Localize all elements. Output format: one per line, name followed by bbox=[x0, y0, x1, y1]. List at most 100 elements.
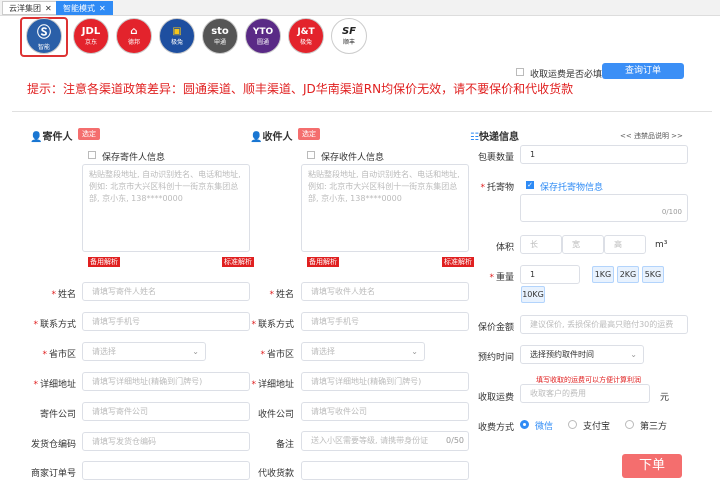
receiver-title: 👤收件人 bbox=[250, 128, 292, 143]
radio-alipay[interactable] bbox=[568, 420, 577, 429]
volume-unit: m³ bbox=[655, 240, 668, 250]
sender-region-label: * 省市区 bbox=[42, 350, 76, 360]
compulsory-fee-checkbox[interactable] bbox=[516, 68, 524, 76]
label-text: 详细地址 bbox=[257, 380, 294, 390]
receiver-address-paste[interactable]: 粘贴整段地址, 自动识别姓名、电话和地址, 例如: 北京市大兴区科创十一街京东集… bbox=[301, 164, 469, 252]
package-count-label: 包裹数量 bbox=[477, 153, 514, 163]
receiver-backup-parse-button[interactable]: 备用解析 bbox=[307, 257, 339, 267]
length-input[interactable]: 长 bbox=[520, 235, 562, 254]
receiver-company-input[interactable]: 请填写收件公司 bbox=[301, 402, 469, 421]
label-text: 联系方式 bbox=[257, 320, 294, 330]
receiver-select-tag[interactable]: 选定 bbox=[298, 128, 320, 140]
radio-third-party[interactable] bbox=[625, 420, 634, 429]
carrier-debang[interactable]: ⌂ 德邦 bbox=[116, 18, 152, 54]
carrier-sto[interactable]: sto 申通 bbox=[202, 18, 238, 54]
sender-address-paste[interactable]: 粘贴整段地址, 自动识别姓名、电话和地址, 例如: 北京市大兴区科创十一街京东集… bbox=[82, 164, 250, 252]
prohibited-items-link[interactable]: << 违禁品说明 >> bbox=[620, 131, 683, 141]
user-icon: 👤 bbox=[30, 132, 43, 143]
weight-10kg-button[interactable]: 10KG bbox=[521, 286, 545, 303]
remark-input[interactable]: 送入小区需要等级, 请携带身份证 0/50 bbox=[301, 431, 469, 451]
warehouse-code-label: 发货仓编码 bbox=[30, 440, 76, 450]
select-placeholder: 选择预约取件时间 bbox=[530, 350, 594, 359]
carrier-mark: SF bbox=[341, 26, 357, 37]
user-icon: 👤 bbox=[250, 132, 263, 143]
carrier-label: 智能 bbox=[37, 43, 50, 51]
box-icon: ▣ bbox=[172, 26, 182, 37]
weight-1kg-button[interactable]: 1KG bbox=[592, 266, 614, 283]
carrier-sf[interactable]: SF 顺丰 bbox=[331, 18, 367, 54]
warehouse-code-input[interactable]: 请填写发货仓编码 bbox=[82, 432, 250, 451]
sender-address-input[interactable]: 请填写详细地址(精确到门牌号) bbox=[82, 372, 250, 391]
weight-5kg-button[interactable]: 5KG bbox=[642, 266, 664, 283]
close-icon[interactable]: ✕ bbox=[99, 4, 106, 13]
tab-smart-mode[interactable]: 智能模式 ✕ bbox=[56, 1, 113, 15]
tab-yunyang[interactable]: 云洋集团 ✕ bbox=[2, 1, 59, 15]
sender-company-input[interactable]: 请填写寄件公司 bbox=[82, 402, 250, 421]
save-receiver-checkbox[interactable] bbox=[307, 151, 315, 159]
receiver-address-input[interactable]: 请填写详细地址(精确到门牌号) bbox=[301, 372, 469, 391]
sender-name-input[interactable]: 请填写寄件人姓名 bbox=[82, 282, 250, 301]
sender-select-tag[interactable]: 选定 bbox=[78, 128, 100, 140]
receiver-name-input[interactable]: 请填写收件人姓名 bbox=[301, 282, 469, 301]
height-input[interactable]: 高 bbox=[604, 235, 646, 254]
carrier-jd[interactable]: JDL 京东 bbox=[73, 18, 109, 54]
carrier-label: 顺丰 bbox=[342, 39, 355, 46]
tab-bar: 云洋集团 ✕ 智能模式 ✕ bbox=[0, 0, 720, 16]
label-text: 详细地址 bbox=[39, 380, 76, 390]
weight-label: * 重量 bbox=[489, 273, 514, 283]
query-order-button[interactable]: 查询订单 bbox=[602, 63, 684, 79]
sender-address-label: * 详细地址 bbox=[33, 380, 76, 390]
receiver-name-label: * 姓名 bbox=[269, 290, 294, 300]
carrier-yto[interactable]: YTO 圆通 bbox=[245, 18, 281, 54]
receiver-phone-label: * 联系方式 bbox=[251, 320, 294, 330]
close-icon[interactable]: ✕ bbox=[45, 4, 52, 13]
radio-wechat[interactable] bbox=[520, 420, 529, 429]
carrier-jt[interactable]: J&T 极兔 bbox=[288, 18, 324, 54]
carrier-mark: J&T bbox=[297, 26, 315, 37]
weight-input[interactable]: 1 bbox=[520, 265, 580, 284]
width-input[interactable]: 宽 bbox=[562, 235, 604, 254]
receiver-standard-parse-button[interactable]: 标准解析 bbox=[442, 257, 474, 267]
carrier-label: 极兔 bbox=[299, 38, 312, 46]
carrier-smart[interactable]: Ⓢ 智能 bbox=[26, 18, 62, 54]
receiver-phone-input[interactable]: 请填写手机号 bbox=[301, 312, 469, 331]
label-text: 重量 bbox=[495, 273, 514, 283]
sender-backup-parse-button[interactable]: 备用解析 bbox=[88, 257, 120, 267]
alipay-label: 支付宝 bbox=[583, 422, 611, 432]
fee-label: 收取运费 bbox=[477, 393, 514, 403]
save-sender-checkbox[interactable] bbox=[88, 151, 96, 159]
item-textarea[interactable]: 0/100 bbox=[520, 194, 688, 222]
merchant-order-label: 商家订单号 bbox=[30, 469, 76, 479]
package-count-input[interactable]: 1 bbox=[520, 145, 688, 164]
pickup-time-select[interactable]: 选择预约取件时间 ⌄ bbox=[520, 345, 644, 364]
fee-input[interactable]: 收取客户的费用 bbox=[520, 384, 650, 403]
compulsory-fee-label: 收取运费是否必填 bbox=[530, 70, 603, 80]
submit-order-button[interactable]: 下单 bbox=[622, 454, 682, 478]
item-label: * 托寄物 bbox=[480, 183, 514, 193]
carrier-label: 申通 bbox=[213, 39, 226, 46]
select-placeholder: 请选择 bbox=[92, 347, 116, 356]
remark-label: 备注 bbox=[275, 440, 294, 450]
policy-tip: 提示：注意各渠道政策差异：圆通渠道、顺丰渠道、JD华南渠道RN均保价无效，请不要… bbox=[27, 82, 574, 96]
list-icon: ☷ bbox=[470, 132, 479, 143]
sender-region-select[interactable]: 请选择 ⌄ bbox=[82, 342, 206, 361]
express-title-text: 快递信息 bbox=[478, 132, 519, 143]
insure-input[interactable]: 建议保价, 丢损保价最高只赔付30的运费 bbox=[520, 315, 688, 334]
smart-icon: Ⓢ bbox=[37, 24, 51, 41]
sender-phone-input[interactable]: 请填写手机号 bbox=[82, 312, 250, 331]
receiver-region-select[interactable]: 请选择 ⌄ bbox=[301, 342, 425, 361]
save-item-checkbox[interactable]: ✓ bbox=[526, 181, 534, 189]
fee-unit: 元 bbox=[660, 393, 670, 403]
sender-title: 👤寄件人 bbox=[30, 128, 72, 143]
select-placeholder: 请选择 bbox=[311, 347, 335, 356]
carrier-jtx[interactable]: ▣ 极兔 bbox=[159, 18, 195, 54]
payment-method-label: 收费方式 bbox=[477, 423, 514, 433]
sender-standard-parse-button[interactable]: 标准解析 bbox=[222, 257, 254, 267]
label-text: 省市区 bbox=[266, 350, 294, 360]
weight-2kg-button[interactable]: 2KG bbox=[617, 266, 639, 283]
merchant-order-input[interactable] bbox=[82, 461, 250, 480]
label-text: 姓名 bbox=[57, 290, 76, 300]
cod-input[interactable] bbox=[301, 461, 469, 480]
sender-title-text: 寄件人 bbox=[42, 132, 73, 143]
label-text: 联系方式 bbox=[39, 320, 76, 330]
